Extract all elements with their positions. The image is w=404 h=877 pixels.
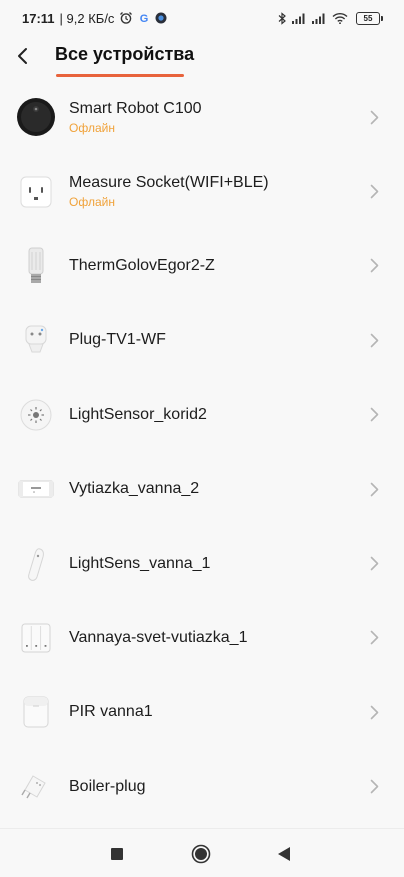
chevron-right-icon [368,184,380,200]
chevron-right-icon [368,556,380,572]
signal-2-icon [312,12,327,24]
triple-switch-icon [16,618,56,658]
chevron-right-icon [368,779,380,795]
chevron-right-icon [368,109,380,125]
network-speed: | 9,2 КБ/с [59,10,115,26]
status-bar-left: 17:11 | 9,2 КБ/с G [22,11,167,26]
device-text: Measure Socket(WIFI+BLE) Офлайн [69,173,269,210]
light-sensor-slim-icon [16,544,56,584]
device-text: Plug-TV1-WF [69,330,166,350]
device-row[interactable]: PIR vanna1 [0,675,404,749]
device-name: ThermGolovEgor2-Z [69,256,215,274]
device-name: Measure Socket(WIFI+BLE) [69,174,269,192]
smart-plug-icon [16,320,56,360]
device-text: LightSensor_korid2 [69,405,207,425]
device-name: LightSensor_korid2 [69,405,207,423]
device-row[interactable]: Plug-TV1-WF [0,303,404,377]
device-name: Plug-TV1-WF [69,331,166,349]
switch-module-icon [16,469,56,509]
device-name: Boiler-plug [69,777,146,795]
device-row[interactable]: Vytiazka_vanna_2 [0,452,404,526]
device-text: LightSens_vanna_1 [69,554,210,574]
device-text: ThermGolovEgor2-Z [69,256,215,276]
header: Все устройства [0,36,404,80]
device-status: Офлайн [69,195,115,210]
google-icon: G [138,12,150,24]
system-nav-bar [0,828,404,877]
circle-icon [191,844,211,864]
plug-adapter-icon [16,767,56,807]
robot-vacuum-icon [16,97,56,137]
chevron-left-icon [18,48,27,64]
chevron-right-icon [368,407,380,423]
triangle-back-icon [278,847,290,861]
wall-socket-icon [16,172,56,212]
back-nav-button[interactable] [273,843,295,865]
device-text: PIR vanna1 [69,702,153,722]
device-name: Smart Robot C100 [69,99,202,117]
chevron-right-icon [368,332,380,348]
back-button[interactable] [10,42,34,70]
square-icon [111,848,123,860]
device-row[interactable]: Boiler-plug [0,750,404,824]
thermostat-head-icon [16,246,56,286]
device-text: Smart Robot C100 Офлайн [69,99,202,136]
bluetooth-icon [278,11,287,25]
device-row[interactable]: Smart Robot C100 Офлайн [0,80,404,154]
chevron-right-icon [368,258,380,274]
status-bar-right: 55 [278,11,383,25]
light-sensor-icon [16,395,56,435]
device-row[interactable]: Measure Socket(WIFI+BLE) Офлайн [0,154,404,228]
device-row[interactable]: ThermGolovEgor2-Z [0,229,404,303]
page-title: Все устройства [55,44,195,64]
chevron-right-icon [368,704,380,720]
alarm-icon [119,11,133,25]
device-text: Vytiazka_vanna_2 [69,479,199,499]
device-row[interactable]: LightSens_vanna_1 [0,526,404,600]
home-button[interactable] [190,843,212,865]
device-name: PIR vanna1 [69,703,153,721]
chevron-right-icon [368,630,380,646]
device-list: Smart Robot C100 Офлайн Measure Socket(W… [0,80,404,824]
signal-1-icon [292,12,307,24]
chevron-right-icon [368,481,380,497]
device-name: Vannaya-svet-vutiazka_1 [69,628,248,646]
device-text: Boiler-plug [69,777,145,797]
device-name: Vytiazka_vanna_2 [69,480,200,498]
status-time: 17:11 [22,10,55,26]
device-name: LightSens_vanna_1 [69,554,211,572]
battery-indicator: 55 [356,11,383,25]
wifi-icon [332,12,348,24]
device-text: Vannaya-svet-vutiazka_1 [69,628,247,648]
tab-indicator [56,74,184,77]
device-status: Офлайн [69,120,115,135]
recent-apps-button[interactable] [106,843,128,865]
app-notification-icon [155,12,167,24]
device-row[interactable]: Vannaya-svet-vutiazka_1 [0,601,404,675]
svg-text:G: G [140,13,149,24]
device-row[interactable]: LightSensor_korid2 [0,378,404,452]
status-bar: 17:11 | 9,2 КБ/с G 55 [0,0,404,36]
motion-sensor-icon [16,692,56,732]
